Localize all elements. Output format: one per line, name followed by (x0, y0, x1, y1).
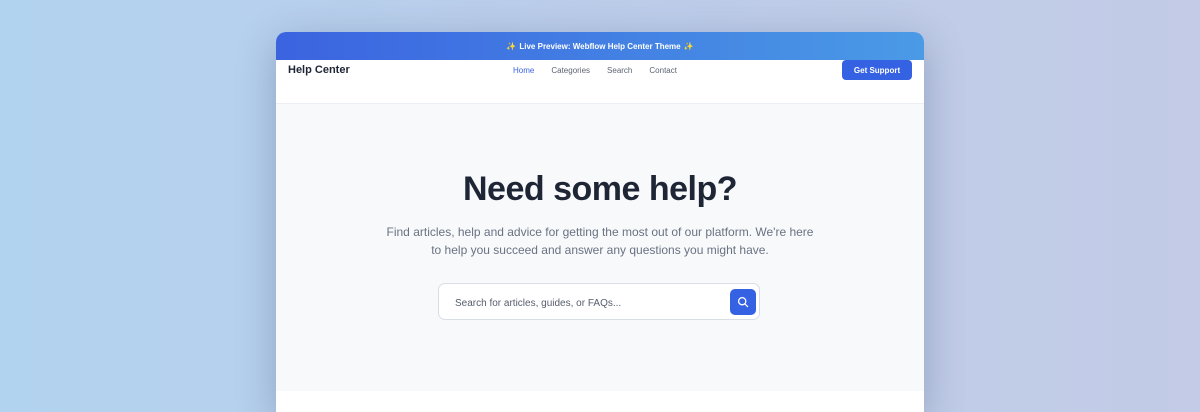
nav-link-contact[interactable]: Contact (649, 66, 677, 75)
search-button[interactable] (730, 289, 756, 315)
nav-link-search[interactable]: Search (607, 66, 632, 75)
sparkles-icon: ✨ (506, 41, 517, 51)
brand-logo[interactable]: Help Center (288, 64, 350, 76)
search-bar (438, 283, 760, 320)
hero-title: Need some help? (462, 170, 738, 208)
live-preview-banner: ✨ Live Preview: Webflow Help Center Them… (276, 32, 924, 60)
nav-link-home[interactable]: Home (513, 66, 534, 75)
top-navigation: Help Center Home Categories Search Conta… (276, 60, 924, 104)
nav-links: Home Categories Search Contact (513, 66, 677, 75)
search-input[interactable] (453, 293, 727, 313)
get-support-button[interactable]: Get Support (842, 60, 912, 80)
banner-text: Live Preview: Webflow Help Center Theme (519, 41, 681, 51)
search-icon (737, 296, 749, 308)
browser-window: ✨ Live Preview: Webflow Help Center Them… (276, 32, 924, 412)
hero-subtitle: Find articles, help and advice for getti… (386, 225, 814, 257)
sparkles-icon: ✨ (683, 41, 694, 51)
hero-section: Need some help? Find articles, help and … (276, 104, 924, 391)
nav-link-categories[interactable]: Categories (551, 66, 590, 75)
